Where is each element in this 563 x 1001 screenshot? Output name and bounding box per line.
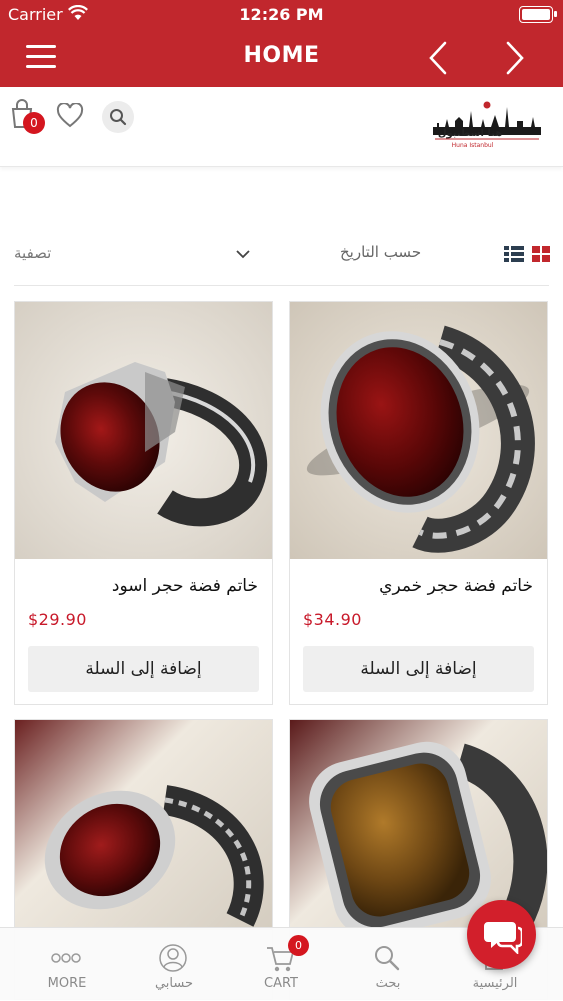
tab-account[interactable]: حسابي: [119, 928, 229, 1001]
filter-button[interactable]: تصفية: [14, 244, 51, 262]
list-view-icon[interactable]: [504, 246, 524, 262]
product-image[interactable]: [15, 720, 272, 930]
chevron-right-icon[interactable]: [500, 40, 530, 76]
page-title: HOME: [243, 43, 320, 68]
product-image[interactable]: [290, 720, 547, 930]
toolbar-divider: [14, 285, 549, 286]
search-icon: [375, 946, 400, 971]
filter-toolbar: تصفية حسب التاريخ: [0, 238, 563, 272]
tab-label: CART: [264, 976, 298, 991]
more-icon: [51, 953, 81, 963]
chevron-left-icon[interactable]: [423, 40, 453, 76]
product-price: $34.90: [303, 610, 362, 629]
clock: 12:26 PM: [239, 5, 324, 24]
product-card[interactable]: خاتم فضة حجر خمري $34.90 إضافة إلى السلة: [289, 301, 548, 705]
tab-cart[interactable]: CART: [226, 928, 336, 1001]
product-image[interactable]: [290, 302, 547, 559]
tab-label: حسابي: [154, 976, 194, 991]
status-bar: Carrier 12:26 PM: [0, 0, 563, 30]
search-button[interactable]: [102, 101, 134, 133]
chevron-down-icon[interactable]: [236, 250, 250, 259]
chat-icon: [484, 922, 522, 954]
product-card[interactable]: خاتم فضة حجر اسود $29.90 إضافة إلى السلة: [14, 301, 273, 705]
tab-label: الرئيسية: [472, 976, 518, 991]
logo-text: هنا اسطنبول: [437, 128, 503, 139]
battery-icon: [519, 6, 557, 23]
product-name[interactable]: خاتم فضة حجر اسود: [112, 576, 258, 596]
chat-button[interactable]: [467, 900, 536, 969]
product-name[interactable]: خاتم فضة حجر خمري: [379, 576, 533, 596]
add-to-cart-button[interactable]: إضافة إلى السلة: [28, 646, 259, 692]
cart-count-badge: 0: [288, 935, 309, 956]
tab-label: MORE: [47, 976, 87, 991]
add-to-cart-button[interactable]: إضافة إلى السلة: [303, 646, 534, 692]
search-icon: [110, 109, 127, 126]
product-price: $29.90: [28, 610, 87, 629]
tab-more[interactable]: MORE: [12, 928, 122, 1001]
user-icon: [159, 944, 187, 972]
sort-select[interactable]: حسب التاريخ: [340, 243, 421, 261]
product-image[interactable]: [15, 302, 272, 559]
cart-count-badge: 0: [23, 112, 45, 134]
heart-icon[interactable]: [56, 103, 84, 129]
navbar: HOME: [0, 30, 563, 87]
app-header: 0 هنا اسطنبول Huna Istanbul: [0, 87, 563, 167]
grid-view-icon[interactable]: [532, 246, 550, 262]
tab-search[interactable]: بحث: [333, 928, 443, 1001]
tab-label: بحث: [375, 976, 401, 991]
logo-subtext: Huna Istanbul: [451, 142, 494, 149]
